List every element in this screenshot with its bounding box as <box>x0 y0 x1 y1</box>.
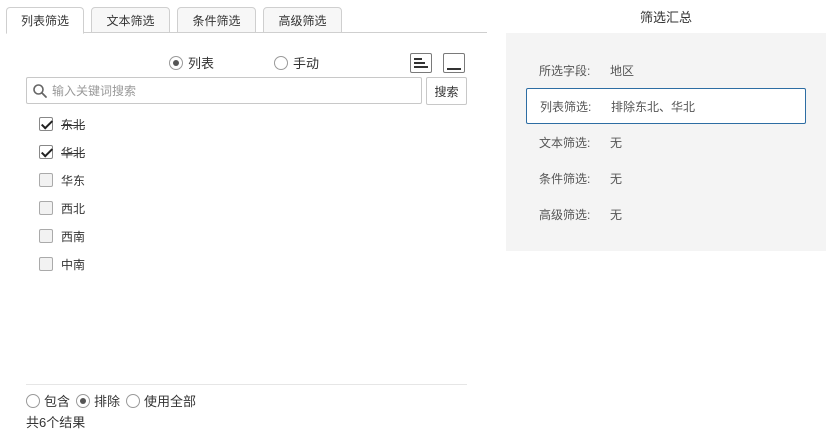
list-item-huadong[interactable]: 华东 <box>39 166 85 194</box>
view-mode-manual-radio[interactable]: 手动 <box>274 53 319 72</box>
search-box <box>26 77 422 104</box>
summary-panel: 所选字段: 地区 列表筛选: 排除东北、华北 文本筛选: 无 条件筛选: 无 高… <box>506 33 826 251</box>
list-item-label: 中南 <box>61 257 86 272</box>
list-item-label: 东北 <box>61 117 86 132</box>
radio-checked-icon <box>76 393 91 408</box>
radio-unchecked-icon <box>126 393 141 408</box>
tab-condition-filter[interactable]: 条件筛选 <box>177 7 256 33</box>
value-list: 东北 华北 华东 西北 西南 中南 <box>39 110 85 278</box>
radio-label: 手动 <box>293 56 320 71</box>
radio-unchecked-icon <box>274 55 288 70</box>
list-item-label: 华北 <box>61 145 86 160</box>
filter-tabbar: 列表筛选 文本筛选 条件筛选 高级筛选 <box>6 7 487 34</box>
summary-row-text-filter[interactable]: 文本筛选: 无 <box>526 124 806 160</box>
list-item-xibei[interactable]: 西北 <box>39 194 85 222</box>
summary-row-advanced-filter[interactable]: 高级筛选: 无 <box>526 196 806 232</box>
tab-label: 高级筛选 <box>278 13 327 28</box>
summary-key: 所选字段: <box>539 63 591 78</box>
list-item-zhongnan[interactable]: 中南 <box>39 250 85 278</box>
sort-clear-button[interactable] <box>443 53 465 73</box>
summary-value: 无 <box>610 135 623 150</box>
sort-ascending-button[interactable] <box>410 53 432 73</box>
list-item-label: 西北 <box>61 201 86 216</box>
radio-label: 列表 <box>188 56 215 71</box>
radio-label: 包含 <box>44 394 71 409</box>
mode-use-all-radio[interactable]: 使用全部 <box>126 391 196 410</box>
tab-label: 文本筛选 <box>106 13 155 28</box>
list-item-huabei[interactable]: 华北 <box>39 138 85 166</box>
divider <box>26 384 467 385</box>
summary-value: 地区 <box>610 63 635 78</box>
checkbox-unchecked[interactable] <box>39 201 53 215</box>
view-mode-list-radio[interactable]: 列表 <box>169 53 214 72</box>
list-item-label: 西南 <box>61 229 86 244</box>
tab-list-filter[interactable]: 列表筛选 <box>6 7 84 34</box>
checkbox-unchecked[interactable] <box>39 229 53 243</box>
summary-row-list-filter[interactable]: 列表筛选: 排除东北、华北 <box>526 88 806 124</box>
checkbox-unchecked[interactable] <box>39 257 53 271</box>
summary-value: 无 <box>610 171 623 186</box>
search-icon <box>33 83 47 98</box>
summary-key: 文本筛选: <box>539 135 591 150</box>
filter-mode-group: 包含 排除 使用全部 <box>26 391 198 410</box>
radio-label: 排除 <box>94 394 121 409</box>
summary-title: 筛选汇总 <box>639 10 692 25</box>
checkbox-checked[interactable] <box>39 145 53 159</box>
radio-checked-icon <box>169 55 183 70</box>
tab-label: 条件筛选 <box>192 13 241 28</box>
list-item-label: 华东 <box>61 173 86 188</box>
tab-advanced-filter[interactable]: 高级筛选 <box>263 7 342 33</box>
summary-value: 无 <box>610 207 623 222</box>
tab-text-filter[interactable]: 文本筛选 <box>91 7 170 33</box>
checkbox-checked[interactable] <box>39 117 53 131</box>
mode-include-radio[interactable]: 包含 <box>26 391 70 410</box>
radio-unchecked-icon <box>26 393 40 408</box>
summary-value: 排除东北、华北 <box>611 99 696 114</box>
tab-label: 列表筛选 <box>20 14 69 28</box>
search-button[interactable]: 搜索 <box>426 77 467 105</box>
mode-exclude-radio[interactable]: 排除 <box>76 391 120 410</box>
checkbox-unchecked[interactable] <box>39 173 53 187</box>
summary-key: 高级筛选: <box>539 207 591 222</box>
summary-row-field: 所选字段: 地区 <box>526 52 806 88</box>
list-item-xinan[interactable]: 西南 <box>39 222 85 250</box>
radio-label: 使用全部 <box>144 394 197 409</box>
result-count: 共6个结果 <box>26 415 86 430</box>
summary-key: 列表筛选: <box>540 99 592 114</box>
summary-key: 条件筛选: <box>539 171 591 186</box>
search-input[interactable] <box>52 83 412 98</box>
list-item-dongbei[interactable]: 东北 <box>39 110 85 138</box>
summary-row-condition-filter[interactable]: 条件筛选: 无 <box>526 160 806 196</box>
